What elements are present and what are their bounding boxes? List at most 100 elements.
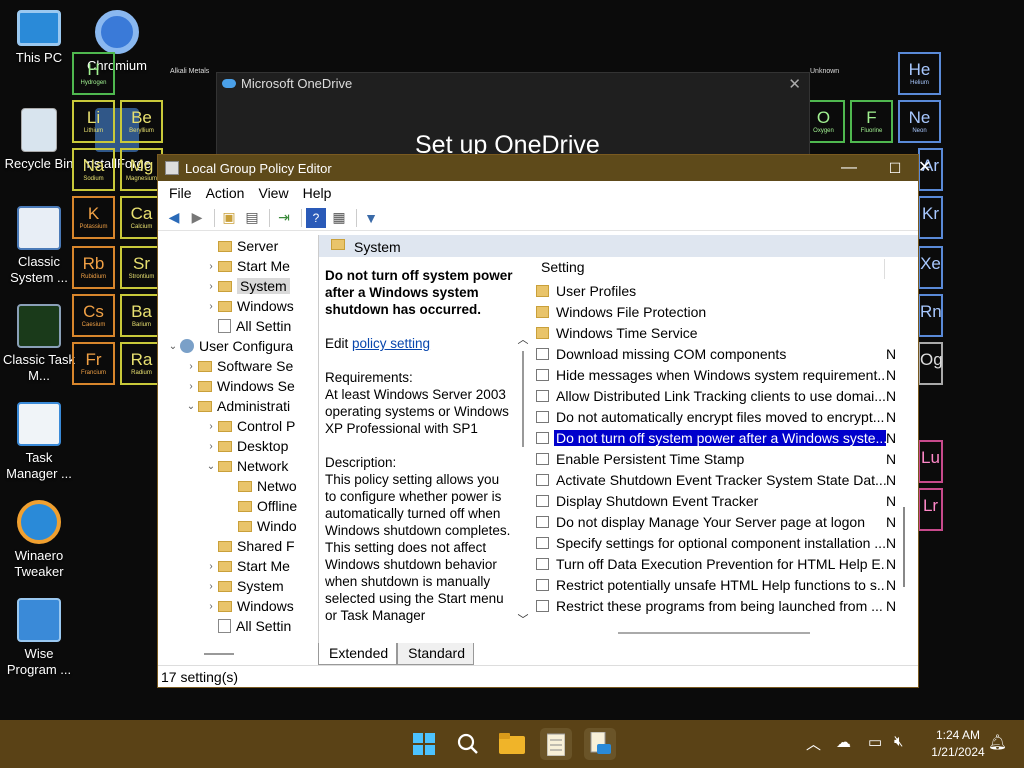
list-item[interactable]: Enable Persistent Time Stamp N (536, 449, 902, 469)
list-item[interactable]: Turn off Data Execution Prevention for H… (536, 554, 902, 574)
desktop-icon-recycle-bin[interactable]: Recycle Bin (0, 108, 78, 172)
chevron-right-icon[interactable]: › (204, 601, 218, 612)
file-explorer-icon[interactable] (496, 728, 528, 760)
tree-node[interactable]: ⌄ Administrati (184, 396, 290, 416)
menu-action[interactable]: Action (199, 185, 252, 201)
list-item[interactable]: Hide messages when Windows system requir… (536, 365, 902, 385)
notification-bell-icon[interactable]: 🔔︎ (988, 733, 1007, 751)
menu-bar: File Action View Help (158, 181, 918, 205)
search-icon[interactable] (452, 728, 484, 760)
tree-node[interactable]: › System (204, 576, 283, 596)
tree-node[interactable]: › Start Me (204, 256, 290, 276)
chevron-down-icon[interactable]: ⌄ (166, 341, 180, 352)
tree-node-selected[interactable]: › System (204, 276, 290, 296)
edit-policy-setting-link[interactable]: policy setting (352, 336, 430, 351)
desktop-icon-wise[interactable]: Wise Program ... (0, 598, 78, 678)
tree-node[interactable]: Offline (224, 496, 297, 516)
tree-node[interactable]: ⌄ User Configura (166, 336, 293, 356)
list-horizontal-scrollbar[interactable] (618, 632, 810, 634)
settings-list[interactable]: Setting User Profiles Windows File Prote… (534, 259, 906, 643)
tree-node[interactable]: All Settin (204, 316, 291, 336)
onedrive-close-button[interactable]: ✕ (788, 75, 801, 93)
list-item[interactable]: User Profiles (536, 281, 902, 301)
help-icon[interactable]: ? (306, 207, 326, 228)
element-tile: K Potassium (72, 196, 115, 239)
chevron-up-icon[interactable]: ︿ (806, 733, 821, 754)
group-policy-editor-window[interactable]: Local Group Policy Editor — ☐ ✕ File Act… (157, 154, 931, 688)
list-item[interactable]: Allow Distributed Link Tracking clients … (536, 386, 902, 406)
desktop-icon-task-manager[interactable]: Task Manager ... (0, 402, 78, 482)
tree-node[interactable]: Windo (224, 516, 297, 536)
tree-node[interactable]: All Settin (204, 616, 291, 636)
chevron-down-icon[interactable]: ⌄ (184, 401, 198, 412)
list-item[interactable]: Windows File Protection (536, 302, 902, 322)
up-folder-icon[interactable]: ▣ (219, 208, 239, 228)
volume-muted-icon[interactable]: 🔇︎ (894, 733, 903, 750)
tree-node[interactable]: › Start Me (204, 556, 290, 576)
chevron-right-icon[interactable]: › (184, 381, 198, 392)
chevron-down-icon[interactable]: ⌄ (204, 461, 218, 472)
chevron-down-icon[interactable]: ﹀ (517, 611, 529, 627)
list-vertical-scrollbar[interactable] (903, 507, 905, 587)
tree-node[interactable]: › Windows (204, 296, 293, 316)
desktop-icon-winaero[interactable]: Winaero Tweaker (0, 500, 78, 580)
list-item-selected[interactable]: Do not turn off system power after a Win… (536, 428, 902, 448)
show-hide-tree-icon[interactable]: ▤ (242, 208, 262, 228)
chevron-right-icon[interactable]: › (204, 441, 218, 452)
tab-standard[interactable]: Standard (397, 643, 474, 665)
chevron-right-icon[interactable]: › (184, 361, 198, 372)
tree-node[interactable]: Server (204, 236, 278, 256)
filter-icon[interactable]: ▼ (361, 208, 381, 228)
column-header-setting[interactable]: Setting (541, 259, 585, 279)
tree-node[interactable]: › Windows (204, 596, 293, 616)
chevron-right-icon[interactable]: › (204, 581, 218, 592)
list-item[interactable]: Specify settings for optional component … (536, 533, 902, 553)
tree-node[interactable]: ⌄ Network (204, 456, 289, 476)
back-arrow-icon[interactable]: ◀ (164, 208, 184, 228)
description-scrollbar[interactable]: ︿ ﹀ (517, 331, 529, 627)
tree-horizontal-scrollbar[interactable] (204, 653, 234, 655)
tree-node[interactable]: Netwo (224, 476, 297, 496)
tab-extended[interactable]: Extended (318, 643, 398, 665)
properties-icon[interactable]: ▦ (329, 208, 349, 228)
chevron-right-icon[interactable]: › (204, 561, 218, 572)
element-tile: Xe (918, 246, 943, 289)
menu-help[interactable]: Help (296, 185, 339, 201)
chevron-right-icon[interactable]: › (204, 421, 218, 432)
list-item[interactable]: Windows Time Service (536, 323, 902, 343)
start-windows-icon[interactable] (408, 728, 440, 760)
tree-pane[interactable]: Server › Start Me › System › Windows All Se… (160, 235, 298, 643)
tree-node[interactable]: › Control P (204, 416, 295, 436)
list-item[interactable]: Restrict these programs from being launc… (536, 596, 902, 616)
tree-node[interactable]: › Windows Se (184, 376, 294, 396)
desktop-icon-this-pc[interactable]: This PC (0, 10, 78, 66)
group-policy-editor-taskbar-icon[interactable] (584, 728, 616, 760)
scrollbar-thumb[interactable] (522, 351, 524, 447)
title-bar[interactable]: Local Group Policy Editor — ☐ ✕ (158, 155, 931, 181)
tree-node[interactable]: › Software Se (184, 356, 293, 376)
clock[interactable]: 1:24 AM 1/21/2024 (920, 727, 996, 761)
maximize-button[interactable]: ☐ (872, 155, 918, 181)
list-item[interactable]: Download missing COM components N (536, 344, 902, 364)
menu-file[interactable]: File (162, 185, 199, 201)
list-item[interactable]: Restrict potentially unsafe HTML Help fu… (536, 575, 902, 595)
desktop-icon-classic-task[interactable]: Classic Task M... (0, 304, 78, 384)
forward-arrow-icon[interactable]: ▶ (187, 208, 207, 228)
tree-node[interactable]: Shared F (204, 536, 295, 556)
onedrive-tray-icon[interactable]: ☁ (836, 733, 851, 751)
minimize-button[interactable]: — (826, 155, 872, 181)
chevron-right-icon[interactable]: › (204, 301, 218, 312)
notepad-icon[interactable] (540, 728, 572, 760)
list-item[interactable]: Do not automatically encrypt files moved… (536, 407, 902, 427)
tree-node[interactable]: › Desktop (204, 436, 288, 456)
desktop-icon-classic-system[interactable]: Classic System ... (0, 206, 78, 286)
list-item[interactable]: Activate Shutdown Event Tracker System S… (536, 470, 902, 490)
export-list-icon[interactable]: ⇥ (274, 208, 294, 228)
chevron-right-icon[interactable]: › (204, 281, 218, 292)
list-item[interactable]: Do not display Manage Your Server page a… (536, 512, 902, 532)
chevron-right-icon[interactable]: › (204, 261, 218, 272)
network-icon[interactable]: ▭ (868, 733, 882, 751)
chevron-up-icon[interactable]: ︿ (517, 331, 529, 347)
list-item[interactable]: Display Shutdown Event Tracker N (536, 491, 902, 511)
menu-view[interactable]: View (251, 185, 295, 201)
